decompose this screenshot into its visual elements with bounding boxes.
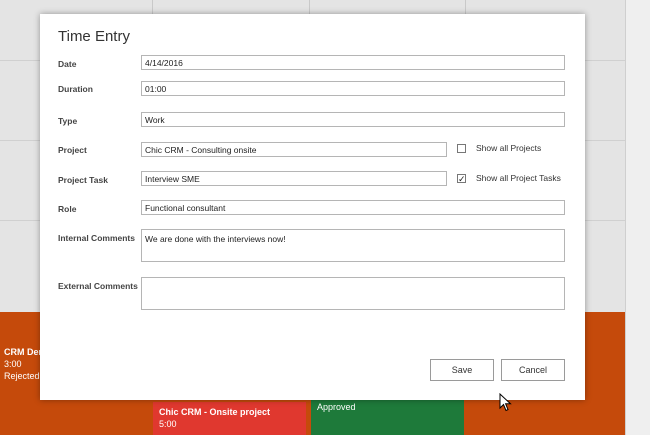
date-field[interactable]: 4/14/2016 xyxy=(141,55,565,70)
show-all-project-tasks-checkbox[interactable]: ✓ xyxy=(457,174,466,184)
entry-title: CRM Der xyxy=(4,347,43,357)
calendar-entry-card[interactable]: Chic CRM - Onsite project 5:00 xyxy=(153,402,306,435)
project-field[interactable]: Chic CRM - Consulting onsite xyxy=(141,142,447,157)
cancel-button[interactable]: Cancel xyxy=(501,359,565,381)
mouse-pointer-icon-svg xyxy=(499,392,512,412)
check-icon: ✓ xyxy=(458,174,466,184)
duration-field[interactable]: 01:00 xyxy=(141,81,565,96)
project-task-label: Project Task xyxy=(58,175,108,185)
type-label: Type xyxy=(58,116,78,126)
duration-label: Duration xyxy=(58,84,93,94)
dialog-title: Time Entry xyxy=(58,28,130,45)
entry-status: Approved xyxy=(317,402,356,412)
entry-duration: 3:00 xyxy=(4,359,22,369)
time-entry-dialog: Time Entry Date 4/14/2016 Duration 01:00… xyxy=(40,14,585,400)
external-comments-field[interactable] xyxy=(141,277,565,310)
internal-comments-field[interactable]: We are done with the interviews now! xyxy=(141,229,565,262)
project-label: Project xyxy=(58,145,87,155)
entry-duration: 5:00 xyxy=(159,419,177,429)
type-field[interactable]: Work xyxy=(141,112,565,127)
role-field[interactable]: Functional consultant xyxy=(141,200,565,215)
calendar-scrollbar[interactable] xyxy=(625,0,650,435)
entry-status: Rejected xyxy=(4,371,40,381)
save-button[interactable]: Save xyxy=(430,359,494,381)
show-all-projects-label: Show all Projects xyxy=(476,143,542,153)
external-comments-label: External Comments xyxy=(58,281,138,291)
show-all-project-tasks-label: Show all Project Tasks xyxy=(476,173,561,183)
show-all-projects-checkbox[interactable] xyxy=(457,144,466,153)
date-label: Date xyxy=(58,59,77,69)
role-label: Role xyxy=(58,204,77,214)
internal-comments-label: Internal Comments xyxy=(58,233,135,243)
calendar-entry-card[interactable]: Approved xyxy=(311,398,464,435)
calendar-entry-card[interactable]: CRM Der 3:00 Rejected xyxy=(4,346,42,382)
project-task-field[interactable]: Interview SME xyxy=(141,171,447,186)
entry-title: Chic CRM - Onsite project xyxy=(159,407,271,417)
